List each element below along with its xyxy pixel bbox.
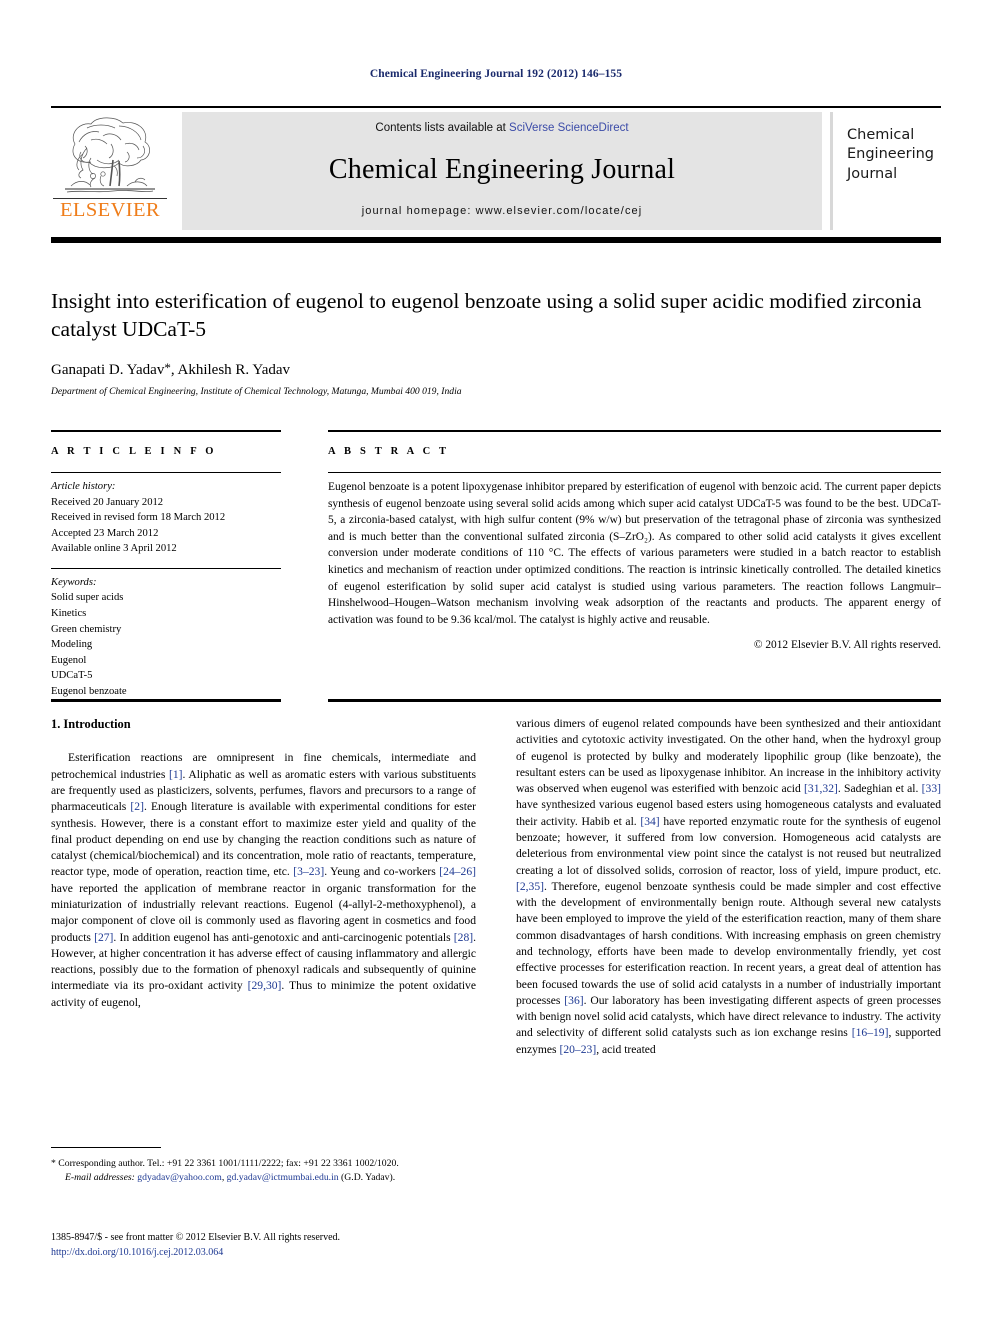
citation-ref[interactable]: [27] — [94, 931, 113, 944]
contents-prefix: Contents lists available at — [375, 122, 510, 134]
article-info-column: Article history: Received 20 January 201… — [51, 479, 283, 699]
intro-paragraph-right: various dimers of eugenol related compou… — [516, 717, 941, 1056]
citation-ref[interactable]: [16–19] — [852, 1026, 889, 1039]
keyword-item: Eugenol benzoate — [51, 685, 127, 697]
body-column-right: various dimers of eugenol related compou… — [516, 716, 941, 1058]
masthead: ELSEVIER Contents lists available at Sci… — [51, 110, 944, 232]
keywords-label: Keywords: — [51, 576, 97, 588]
citation-ref[interactable]: [34] — [640, 815, 659, 828]
abstract-text: Eugenol benzoate is a potent lipoxygenas… — [328, 481, 941, 626]
abstract-copyright: © 2012 Elsevier B.V. All rights reserved… — [753, 639, 941, 652]
contents-list-line: Contents lists available at SciVerse Sci… — [182, 122, 822, 134]
issn-copyright-block: 1385-8947/$ - see front matter © 2012 El… — [51, 1231, 491, 1260]
email-owner: (G.D. Yadav). — [338, 1171, 396, 1183]
abstract-heading: A B S T R A C T — [328, 446, 450, 457]
citation-ref[interactable]: [3–23] — [293, 865, 324, 878]
cover-line-1: Chemical — [847, 127, 915, 143]
abstract-under-rule — [328, 472, 941, 474]
keyword-item: Modeling — [51, 639, 93, 651]
section-heading-introduction: 1. Introduction — [51, 717, 131, 731]
masthead-banner: Contents lists available at SciVerse Sci… — [182, 112, 822, 230]
elsevier-logo: ELSEVIER — [51, 112, 169, 230]
journal-title: Chemical Engineering Journal — [328, 154, 676, 185]
abstract-column: Eugenol benzoate is a potent lipoxygenas… — [328, 479, 941, 654]
article-info-top-rule — [51, 430, 281, 433]
affiliation: Department of Chemical Engineering, Inst… — [51, 386, 462, 397]
body-column-left: 1. Introduction Esterification reactions… — [51, 716, 476, 1011]
keywords-divider — [51, 567, 281, 569]
citation-ref[interactable]: [31,32] — [804, 782, 838, 795]
masthead-top-rule — [51, 106, 941, 108]
article-history-item: Received 20 January 2012 — [51, 496, 164, 508]
footnote-rule — [51, 1147, 161, 1149]
corresponding-author-note: * Corresponding author. Tel.: +91 22 336… — [51, 1158, 399, 1169]
author-list: Ganapati D. Yadav*, Akhilesh R. Yadav — [51, 360, 931, 379]
running-head: Chemical Engineering Journal 192 (2012) … — [369, 68, 623, 80]
article-history-item: Accepted 23 March 2012 — [51, 527, 159, 539]
keyword-item: Solid super acids — [51, 592, 124, 604]
journal-homepage-line[interactable]: journal homepage: www.elsevier.com/locat… — [182, 205, 822, 217]
citation-ref[interactable]: [24–26] — [439, 865, 476, 878]
citation-ref[interactable]: [1] — [169, 768, 183, 781]
author-primary: Ganapati D. Yadav — [51, 362, 165, 378]
keyword-item: Green chemistry — [51, 623, 122, 635]
journal-cover-text: Chemical Engineering Journal — [847, 126, 943, 184]
doi-link[interactable]: http://dx.doi.org/10.1016/j.cej.2012.03.… — [51, 1246, 491, 1261]
citation-ref[interactable]: [33] — [922, 782, 941, 795]
email-link-1[interactable]: gdyadav@yahoo.com — [137, 1172, 222, 1183]
abstract-bottom-rule — [51, 699, 941, 702]
cover-line-3: Journal — [847, 165, 898, 182]
abstract-bottom-rule-gap — [281, 699, 328, 702]
keyword-item: Eugenol — [51, 654, 87, 666]
article-info-under-rule — [51, 472, 281, 474]
cover-line-2: Engineering — [847, 146, 934, 163]
footnote-block: * Corresponding author. Tel.: +91 22 336… — [51, 1157, 476, 1185]
citation-ref[interactable]: [2,35] — [516, 880, 544, 893]
page-title: Insight into esterification of eugenol t… — [51, 289, 922, 342]
author-secondary: , Akhilesh R. Yadav — [170, 362, 291, 378]
citation-ref[interactable]: [20–23] — [559, 1043, 596, 1056]
journal-article-page: Chemical Engineering Journal 192 (2012) … — [0, 0, 992, 1323]
article-history-item: Received in revised form 18 March 2012 — [51, 512, 226, 524]
elsevier-tree-icon — [57, 114, 163, 200]
citation-ref[interactable]: [36] — [564, 994, 583, 1007]
email-link-2[interactable]: gd.yadav@ictmumbai.edu.in — [227, 1172, 339, 1183]
keyword-item: Kinetics — [51, 608, 87, 620]
abstract-top-rule — [328, 430, 941, 433]
keyword-item: UDCaT-5 — [51, 670, 93, 682]
elsevier-wordmark: ELSEVIER — [60, 199, 160, 221]
journal-cover-thumbnail: Chemical Engineering Journal — [830, 112, 944, 230]
article-history-item: Available online 3 April 2012 — [51, 543, 177, 555]
article-history-label: Article history: — [51, 481, 116, 492]
sciencedirect-link[interactable]: SciVerse ScienceDirect — [509, 122, 629, 134]
citation-ref[interactable]: [2] — [130, 800, 144, 813]
citation-ref[interactable]: [29,30] — [248, 979, 282, 992]
email-addresses-note: E-mail addresses: gdyadav@yahoo.com, gd.… — [51, 1171, 476, 1185]
article-info-heading: A R T I C L E I N F O — [51, 446, 217, 457]
intro-paragraph-left: Esterification reactions are omnipresent… — [51, 751, 477, 1009]
issn-line: 1385-8947/$ - see front matter © 2012 El… — [51, 1232, 341, 1243]
citation-ref[interactable]: [28] — [454, 931, 473, 944]
masthead-black-bar — [51, 237, 941, 243]
email-addresses-label: E-mail addresses: — [65, 1171, 135, 1183]
